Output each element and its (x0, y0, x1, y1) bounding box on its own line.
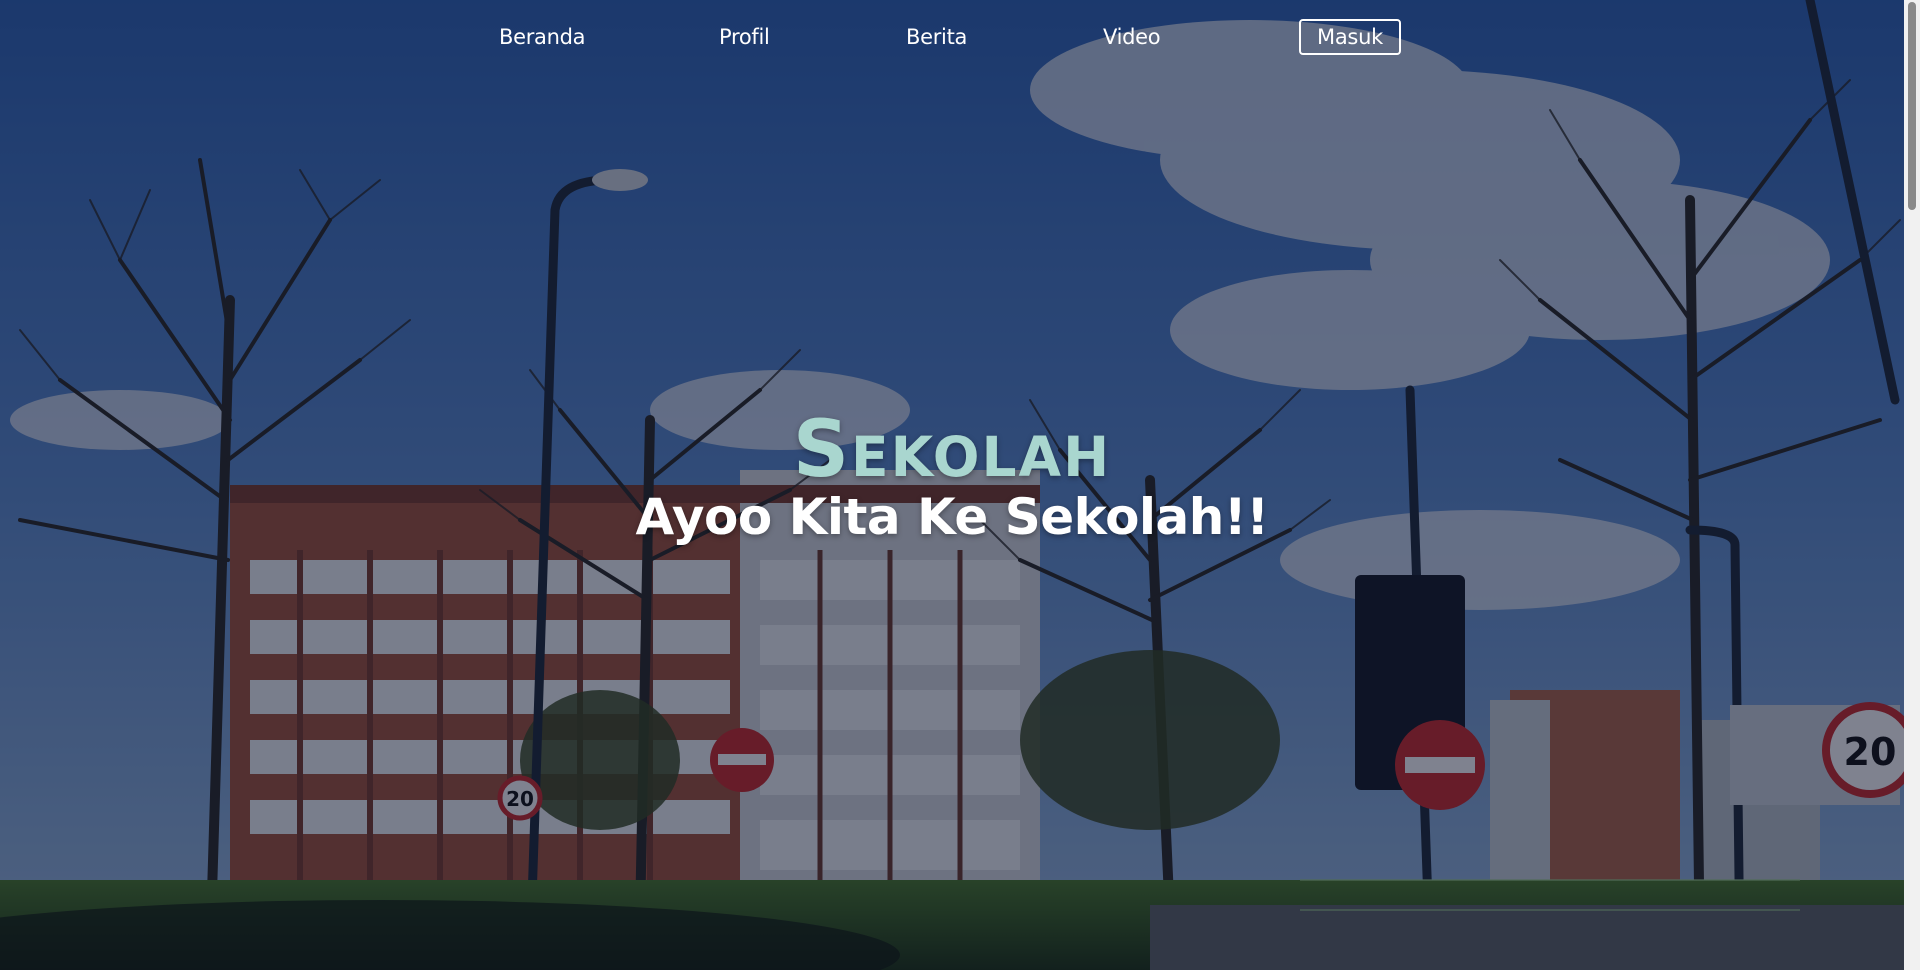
nav-item-beranda[interactable]: Beranda (499, 22, 586, 52)
scrollbar-thumb[interactable] (1908, 2, 1916, 210)
nav-item-profil[interactable]: Profil (719, 22, 770, 52)
nav-item-berita[interactable]: Berita (906, 22, 967, 52)
hero-subtitle: Ayoo Kita Ke Sekolah!! (635, 488, 1270, 546)
vertical-scrollbar[interactable] (1904, 0, 1920, 970)
nav-item-video[interactable]: Video (1103, 22, 1161, 52)
login-button[interactable]: Masuk (1299, 19, 1401, 55)
page: 20 20 Beranda Profil Berita Video Masuk … (0, 0, 1920, 970)
top-navigation: Beranda Profil Berita Video Masuk (0, 0, 1904, 76)
hero-text-block: Sekolah Ayoo Kita Ke Sekolah!! (0, 405, 1904, 547)
hero-title: Sekolah (792, 405, 1112, 495)
hero-section: 20 20 Beranda Profil Berita Video Masuk … (0, 0, 1904, 970)
